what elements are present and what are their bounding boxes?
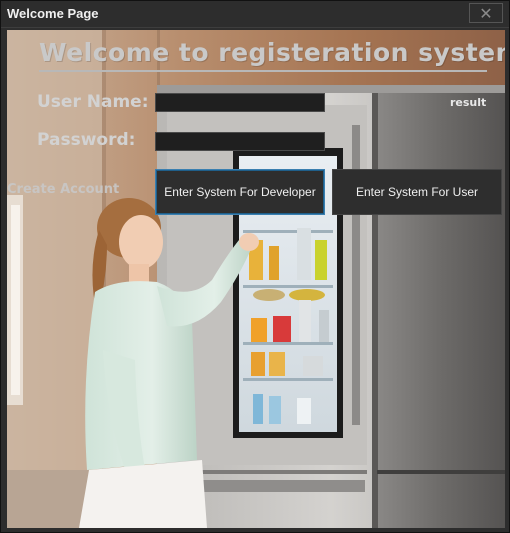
enter-user-button[interactable]: Enter System For User (332, 169, 502, 215)
username-input[interactable] (155, 93, 325, 112)
welcome-window: Welcome Page ✕ Welcome to registeration … (0, 0, 510, 533)
title-bar[interactable]: Welcome Page ✕ (1, 1, 509, 28)
window-title: Welcome Page (7, 6, 99, 21)
page-title: Welcome to registeration system (39, 38, 505, 67)
create-account-link[interactable]: Create Account (7, 182, 119, 197)
password-input[interactable] (155, 132, 325, 151)
username-label: User Name: (37, 92, 149, 112)
result-label: result (450, 96, 487, 109)
content-area: Welcome to registeration system User Nam… (7, 30, 505, 528)
password-label: Password: (37, 130, 136, 150)
close-icon: ✕ (479, 3, 493, 23)
enter-developer-button[interactable]: Enter System For Developer (155, 169, 325, 215)
close-button[interactable]: ✕ (469, 3, 503, 23)
title-underline (39, 70, 487, 72)
